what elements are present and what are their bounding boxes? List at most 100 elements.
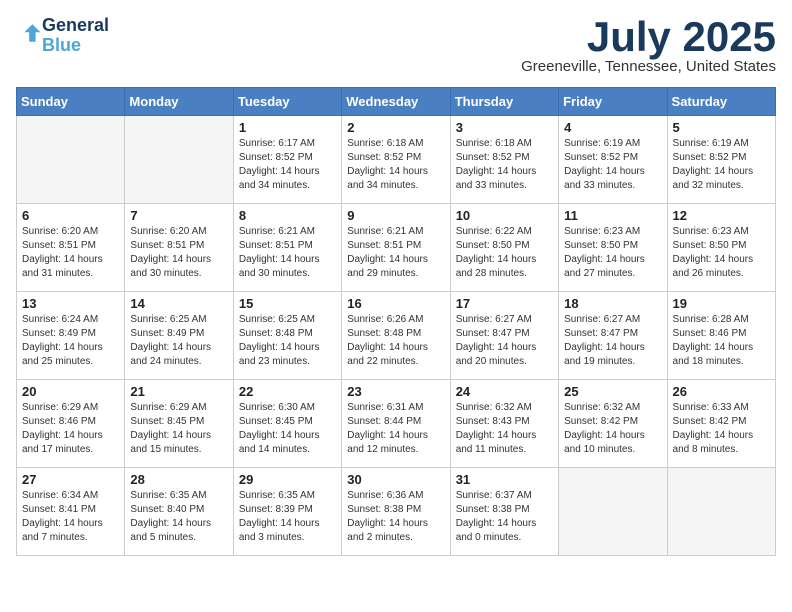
day-info: Sunrise: 6:21 AMSunset: 8:51 PMDaylight:…	[239, 225, 336, 281]
calendar-cell	[125, 116, 233, 204]
day-number: 26	[673, 384, 770, 399]
day-number: 22	[239, 384, 336, 399]
day-info: Sunrise: 6:19 AMSunset: 8:52 PMDaylight:…	[564, 137, 661, 193]
calendar-cell: 23 Sunrise: 6:31 AMSunset: 8:44 PMDayligh…	[342, 380, 450, 468]
day-number: 6	[22, 208, 119, 223]
calendar-cell: 9 Sunrise: 6:21 AMSunset: 8:51 PMDaylight…	[342, 204, 450, 292]
calendar-week-row: 1 Sunrise: 6:17 AMSunset: 8:52 PMDaylight…	[17, 116, 776, 204]
calendar-cell: 29 Sunrise: 6:35 AMSunset: 8:39 PMDayligh…	[233, 468, 341, 556]
calendar-cell: 3 Sunrise: 6:18 AMSunset: 8:52 PMDaylight…	[450, 116, 558, 204]
day-info: Sunrise: 6:23 AMSunset: 8:50 PMDaylight:…	[564, 225, 661, 281]
day-number: 8	[239, 208, 336, 223]
day-info: Sunrise: 6:27 AMSunset: 8:47 PMDaylight:…	[456, 313, 553, 369]
calendar-cell: 27Sunrise: 6:34 AMSunset: 8:41 PMDayligh…	[17, 468, 125, 556]
day-number: 7	[130, 208, 227, 223]
day-number: 3	[456, 120, 553, 135]
weekday-header-thursday: Thursday	[450, 88, 558, 116]
day-number: 13	[22, 296, 119, 311]
day-number: 31	[456, 472, 553, 487]
calendar-cell: 20 Sunrise: 6:29 AMSunset: 8:46 PMDayligh…	[17, 380, 125, 468]
day-info: Sunrise: 6:18 AMSunset: 8:52 PMDaylight:…	[456, 137, 553, 193]
day-info: Sunrise: 6:34 AMSunset: 8:41 PMDaylight:…	[22, 489, 119, 545]
calendar-cell: 19 Sunrise: 6:28 AMSunset: 8:46 PMDayligh…	[667, 292, 775, 380]
day-number: 25	[564, 384, 661, 399]
weekday-header-wednesday: Wednesday	[342, 88, 450, 116]
calendar-cell: 4Sunrise: 6:19 AMSunset: 8:52 PMDaylight…	[559, 116, 667, 204]
calendar-cell: 24 Sunrise: 6:32 AMSunset: 8:43 PMDayligh…	[450, 380, 558, 468]
day-info: Sunrise: 6:32 AMSunset: 8:42 PMDaylight:…	[564, 401, 661, 457]
day-number: 20	[22, 384, 119, 399]
calendar-cell: 10 Sunrise: 6:22 AMSunset: 8:50 PMDayligh…	[450, 204, 558, 292]
day-number: 30	[347, 472, 444, 487]
day-number: 19	[673, 296, 770, 311]
day-number: 21	[130, 384, 227, 399]
month-title: July 2025	[521, 16, 776, 58]
day-info: Sunrise: 6:36 AMSunset: 8:38 PMDaylight:…	[347, 489, 444, 545]
day-info: Sunrise: 6:28 AMSunset: 8:46 PMDaylight:…	[673, 313, 770, 369]
calendar-cell: 2Sunrise: 6:18 AMSunset: 8:52 PMDaylight…	[342, 116, 450, 204]
title-block: July 2025 Greeneville, Tennessee, United…	[521, 16, 776, 75]
calendar-week-row: 6 Sunrise: 6:20 AMSunset: 8:51 PMDaylight…	[17, 204, 776, 292]
day-number: 9	[347, 208, 444, 223]
calendar-cell: 7 Sunrise: 6:20 AMSunset: 8:51 PMDaylight…	[125, 204, 233, 292]
day-number: 5	[673, 120, 770, 135]
day-info: Sunrise: 6:33 AMSunset: 8:42 PMDaylight:…	[673, 401, 770, 457]
location: Greeneville, Tennessee, United States	[521, 58, 776, 75]
day-number: 28	[130, 472, 227, 487]
day-info: Sunrise: 6:23 AMSunset: 8:50 PMDaylight:…	[673, 225, 770, 281]
day-info: Sunrise: 6:22 AMSunset: 8:50 PMDaylight:…	[456, 225, 553, 281]
calendar-cell: 14Sunrise: 6:25 AMSunset: 8:49 PMDayligh…	[125, 292, 233, 380]
day-info: Sunrise: 6:32 AMSunset: 8:43 PMDaylight:…	[456, 401, 553, 457]
calendar-cell: 18 Sunrise: 6:27 AMSunset: 8:47 PMDayligh…	[559, 292, 667, 380]
calendar-week-row: 27Sunrise: 6:34 AMSunset: 8:41 PMDayligh…	[17, 468, 776, 556]
page-header: General Blue July 2025 Greeneville, Tenn…	[16, 16, 776, 75]
day-info: Sunrise: 6:35 AMSunset: 8:40 PMDaylight:…	[130, 489, 227, 545]
day-info: Sunrise: 6:21 AMSunset: 8:51 PMDaylight:…	[347, 225, 444, 281]
day-number: 10	[456, 208, 553, 223]
calendar-table: SundayMondayTuesdayWednesdayThursdayFrid…	[16, 87, 776, 556]
calendar-cell: 5 Sunrise: 6:19 AMSunset: 8:52 PMDaylight…	[667, 116, 775, 204]
day-number: 24	[456, 384, 553, 399]
day-info: Sunrise: 6:20 AMSunset: 8:51 PMDaylight:…	[130, 225, 227, 281]
calendar-cell	[17, 116, 125, 204]
calendar-cell: 1 Sunrise: 6:17 AMSunset: 8:52 PMDaylight…	[233, 116, 341, 204]
weekday-header-sunday: Sunday	[17, 88, 125, 116]
day-info: Sunrise: 6:35 AMSunset: 8:39 PMDaylight:…	[239, 489, 336, 545]
day-number: 2	[347, 120, 444, 135]
day-number: 1	[239, 120, 336, 135]
logo-icon	[18, 21, 42, 45]
day-info: Sunrise: 6:29 AMSunset: 8:46 PMDaylight:…	[22, 401, 119, 457]
day-info: Sunrise: 6:26 AMSunset: 8:48 PMDaylight:…	[347, 313, 444, 369]
calendar-cell: 11Sunrise: 6:23 AMSunset: 8:50 PMDayligh…	[559, 204, 667, 292]
day-number: 15	[239, 296, 336, 311]
calendar-cell: 13 Sunrise: 6:24 AMSunset: 8:49 PMDayligh…	[17, 292, 125, 380]
day-number: 14	[130, 296, 227, 311]
day-info: Sunrise: 6:31 AMSunset: 8:44 PMDaylight:…	[347, 401, 444, 457]
calendar-cell: 6Sunrise: 6:20 AMSunset: 8:51 PMDaylight…	[17, 204, 125, 292]
weekday-header-monday: Monday	[125, 88, 233, 116]
calendar-cell	[559, 468, 667, 556]
calendar-cell: 25 Sunrise: 6:32 AMSunset: 8:42 PMDayligh…	[559, 380, 667, 468]
day-info: Sunrise: 6:24 AMSunset: 8:49 PMDaylight:…	[22, 313, 119, 369]
day-number: 16	[347, 296, 444, 311]
calendar-cell: 30 Sunrise: 6:36 AMSunset: 8:38 PMDayligh…	[342, 468, 450, 556]
calendar-cell	[667, 468, 775, 556]
day-number: 18	[564, 296, 661, 311]
logo: General Blue	[16, 16, 109, 56]
day-number: 12	[673, 208, 770, 223]
day-info: Sunrise: 6:17 AMSunset: 8:52 PMDaylight:…	[239, 137, 336, 193]
day-info: Sunrise: 6:27 AMSunset: 8:47 PMDaylight:…	[564, 313, 661, 369]
day-number: 23	[347, 384, 444, 399]
calendar-cell: 26 Sunrise: 6:33 AMSunset: 8:42 PMDayligh…	[667, 380, 775, 468]
weekday-header-row: SundayMondayTuesdayWednesdayThursdayFrid…	[17, 88, 776, 116]
calendar-week-row: 13 Sunrise: 6:24 AMSunset: 8:49 PMDayligh…	[17, 292, 776, 380]
calendar-cell: 12 Sunrise: 6:23 AMSunset: 8:50 PMDayligh…	[667, 204, 775, 292]
weekday-header-tuesday: Tuesday	[233, 88, 341, 116]
calendar-cell: 16 Sunrise: 6:26 AMSunset: 8:48 PMDayligh…	[342, 292, 450, 380]
weekday-header-friday: Friday	[559, 88, 667, 116]
day-info: Sunrise: 6:37 AMSunset: 8:38 PMDaylight:…	[456, 489, 553, 545]
day-number: 29	[239, 472, 336, 487]
calendar-cell: 21Sunrise: 6:29 AMSunset: 8:45 PMDayligh…	[125, 380, 233, 468]
day-info: Sunrise: 6:30 AMSunset: 8:45 PMDaylight:…	[239, 401, 336, 457]
day-info: Sunrise: 6:19 AMSunset: 8:52 PMDaylight:…	[673, 137, 770, 193]
